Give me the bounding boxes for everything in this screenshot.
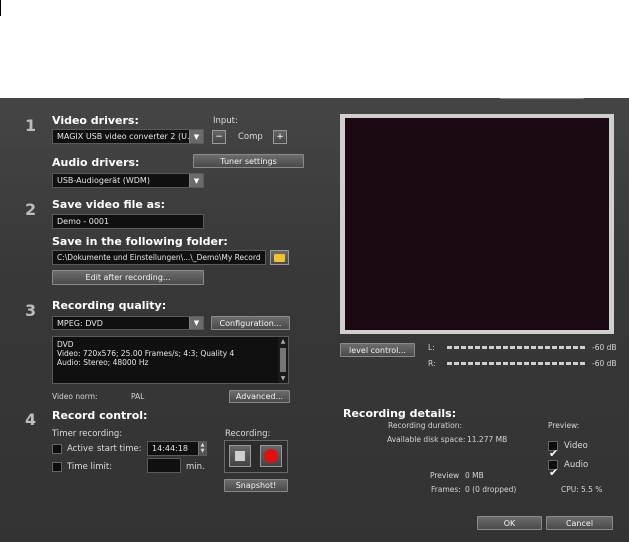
cpu-label: CPU:: [561, 485, 579, 494]
left-level-meter: [447, 346, 585, 349]
edit-after-recording-button[interactable]: Edit after recording...: [52, 270, 204, 285]
audio-drivers-heading: Audio drivers:: [52, 156, 140, 169]
recording-duration-label: Recording duration:: [388, 421, 462, 430]
video-drivers-heading: Video drivers:: [52, 114, 139, 127]
stop-button[interactable]: [229, 445, 251, 467]
right-level-meter: [447, 362, 585, 365]
desktop-edge-line: [0, 0, 1, 16]
video-preview: [345, 118, 609, 330]
checkmark-icon: ✔: [549, 466, 559, 479]
cancel-button[interactable]: Cancel: [546, 516, 613, 530]
time-limit-checkbox[interactable]: [52, 462, 62, 472]
cpu-value: 5.5 %: [581, 485, 603, 494]
ok-button[interactable]: OK: [477, 516, 542, 530]
folder-heading: Save in the following folder:: [52, 235, 228, 248]
quality-desc-line: Video: 720x576; 25.00 Frames/s; 4:3; Qua…: [57, 349, 235, 358]
disk-space-label: Available disk space:: [387, 435, 466, 444]
preview-video-checkbox[interactable]: ✔: [548, 441, 558, 459]
configuration-button[interactable]: Configuration...: [211, 316, 290, 330]
input-next-button[interactable]: +: [273, 130, 287, 144]
chevron-down-icon[interactable]: ▼: [189, 174, 203, 187]
preview-audio-checkbox[interactable]: ✔: [548, 460, 558, 478]
time-spinner[interactable]: ▲ ▼: [198, 442, 206, 455]
quality-combo[interactable]: MPEG: DVD ▼: [52, 316, 204, 330]
video-preview-frame: [340, 114, 614, 334]
input-value: Comp: [238, 132, 263, 142]
recording-quality-heading: Recording quality:: [52, 299, 167, 312]
recording-label: Recording:: [225, 429, 271, 439]
checkmark-icon: ✔: [549, 447, 559, 460]
chevron-down-icon[interactable]: ▼: [189, 130, 203, 143]
tuner-settings-button[interactable]: Tuner settings: [193, 154, 304, 168]
preview-size-value: 0 MB: [465, 471, 484, 480]
recording-dialog: 1 Video drivers: MAGIX USB video convert…: [0, 98, 629, 542]
folder-path-input[interactable]: C:\Dokumente und Einstellungen\...\_Demo…: [52, 250, 266, 265]
start-time-label: start time:: [97, 444, 142, 454]
video-driver-value: MAGIX USB video converter 2 (U...: [57, 132, 195, 141]
time-limit-input[interactable]: [147, 458, 181, 473]
file-name-input[interactable]: Demo - 0001: [52, 214, 204, 229]
record-icon: [264, 449, 278, 463]
record-control-heading: Record control:: [52, 409, 148, 422]
right-channel-label: R:: [428, 359, 436, 368]
preview-size-label: Preview: [430, 471, 460, 480]
quality-value: MPEG: DVD: [57, 318, 103, 328]
input-label: Input:: [213, 116, 238, 126]
active-label: Active: [67, 444, 94, 454]
scroll-down-icon[interactable]: ▼: [278, 374, 288, 383]
section-number-2: 2: [25, 200, 37, 219]
left-channel-label: L:: [428, 343, 435, 352]
minus-icon: −: [215, 132, 223, 142]
section-number-3: 3: [25, 301, 37, 320]
frames-label: Frames:: [431, 485, 461, 494]
preview-heading: Preview:: [548, 421, 580, 430]
browse-folder-button[interactable]: [270, 250, 289, 265]
preview-video-label: Video: [564, 441, 588, 451]
quality-desc-line: DVD: [57, 340, 74, 349]
record-button[interactable]: [260, 445, 282, 467]
left-db-value: -60 dB: [592, 343, 617, 352]
quality-description-box: DVD Video: 720x576; 25.00 Frames/s; 4:3;…: [52, 336, 289, 384]
plus-icon: +: [276, 132, 284, 142]
folder-icon: [274, 253, 285, 262]
scrollbar[interactable]: ▲ ▼: [278, 337, 288, 383]
quality-desc-line: Audio: Stereo; 48000 Hz: [57, 358, 149, 367]
snapshot-button[interactable]: Snapshot!: [224, 479, 288, 492]
save-file-heading: Save video file as:: [52, 198, 166, 211]
recording-details-heading: Recording details:: [343, 407, 457, 420]
scroll-thumb[interactable]: [280, 348, 286, 372]
start-time-value: 14:44:18: [152, 444, 188, 453]
start-time-input[interactable]: 14:44:18 ▲ ▼: [147, 441, 207, 456]
scroll-up-icon[interactable]: ▲: [278, 337, 288, 346]
video-norm-label: Video norm:: [52, 392, 98, 401]
video-norm-value: PAL: [131, 392, 145, 401]
right-db-value: -60 dB: [592, 359, 617, 368]
section-number-4: 4: [25, 410, 37, 429]
disk-space-value: 11.277 MB: [467, 435, 508, 444]
time-limit-label: Time limit:: [67, 462, 113, 472]
input-prev-button[interactable]: −: [212, 130, 226, 144]
advanced-button[interactable]: Advanced...: [229, 390, 290, 403]
section-number-1: 1: [25, 116, 37, 135]
video-driver-combo[interactable]: MAGIX USB video converter 2 (U... ▼: [52, 129, 204, 144]
level-control-button[interactable]: level control...: [340, 343, 415, 357]
minutes-label: min.: [186, 462, 205, 472]
frames-value: 0 (0 dropped): [465, 485, 517, 494]
preview-audio-label: Audio: [564, 460, 589, 470]
timer-active-checkbox[interactable]: [52, 444, 62, 454]
timer-recording-label: Timer recording:: [52, 429, 123, 439]
audio-driver-combo[interactable]: USB-Audiogerät (WDM) ▼: [52, 173, 204, 188]
stop-icon: [235, 451, 245, 461]
audio-driver-value: USB-Audiogerät (WDM): [57, 176, 150, 185]
window-caption-hint: [500, 98, 584, 101]
chevron-down-icon[interactable]: ▼: [189, 317, 203, 329]
